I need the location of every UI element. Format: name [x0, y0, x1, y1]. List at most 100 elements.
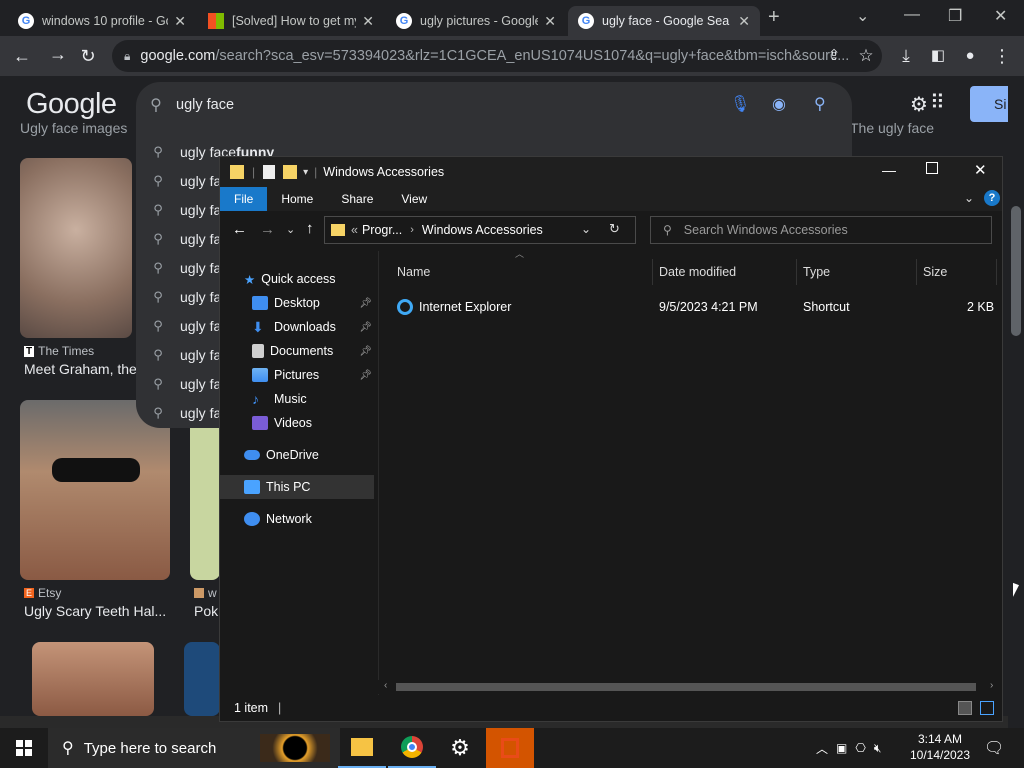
close-window-icon[interactable]: ✕: [994, 6, 1007, 26]
sign-in-button[interactable]: Si: [970, 86, 1008, 122]
nav-onedrive[interactable]: OneDrive: [244, 443, 319, 467]
tab-file[interactable]: File: [220, 187, 268, 211]
search-query[interactable]: ugly face: [176, 97, 234, 113]
suggestion-item[interactable]: ⚲ ugly fa: [136, 282, 221, 311]
apps-grid-icon[interactable]: ⠿: [930, 90, 945, 115]
address-dropdown-icon[interactable]: ⌄: [581, 222, 591, 236]
help-icon[interactable]: ?: [984, 190, 1000, 206]
result-caption[interactable]: Ugly Scary Teeth Hal...: [24, 603, 174, 619]
new-tab-icon[interactable]: +: [768, 6, 780, 29]
ribbon-expand-chevron-icon[interactable]: ⌄: [964, 191, 974, 205]
close-tab-icon[interactable]: ✕: [738, 13, 750, 30]
share-icon[interactable]: ⇪: [822, 44, 846, 68]
restore-icon[interactable]: ❐: [948, 6, 962, 26]
suggestion-item[interactable]: ⚲ ugly fa: [136, 369, 221, 398]
tab-share[interactable]: Share: [327, 187, 387, 211]
search-box[interactable]: ⚲ ugly face 🎙︎ ◉ ⚲: [136, 82, 852, 128]
suggestion-item[interactable]: ⚲ ugly fa: [136, 311, 221, 340]
settings-gear-icon[interactable]: ⚙: [910, 92, 928, 117]
breadcrumb-current[interactable]: Windows Accessories: [422, 223, 543, 237]
minimize-icon[interactable]: —: [882, 162, 896, 178]
close-tab-icon[interactable]: ✕: [174, 13, 186, 30]
properties-icon[interactable]: [263, 165, 276, 179]
suggestion-item[interactable]: ⚲ ugly fa: [136, 195, 221, 224]
back-icon[interactable]: ←: [10, 44, 34, 68]
related-chip[interactable]: The ugly face: [850, 120, 934, 136]
suggestion-item[interactable]: ⚲ ugly fa: [136, 253, 221, 282]
quick-access-dropdown-icon[interactable]: ▾: [303, 167, 308, 178]
notifications-icon[interactable]: 🗨︎: [984, 738, 1004, 758]
back-arrow-icon[interactable]: ←: [232, 221, 247, 238]
forward-arrow-icon[interactable]: →: [260, 221, 275, 238]
file-row[interactable]: Internet Explorer 9/5/2023 4:21 PM Short…: [379, 297, 1003, 319]
tray-overflow-chevron-icon[interactable]: ︿: [816, 740, 828, 757]
nav-desktop[interactable]: Desktop 📌︎: [252, 291, 376, 315]
forward-icon[interactable]: →: [46, 42, 70, 66]
result-image[interactable]: [184, 642, 220, 716]
nav-music[interactable]: ♪ Music: [252, 387, 307, 411]
start-button[interactable]: [0, 728, 48, 768]
volume-muted-icon[interactable]: 🔇︎: [874, 741, 882, 756]
tab-home[interactable]: Home: [267, 187, 327, 211]
nav-documents[interactable]: Documents 📌︎: [252, 339, 376, 363]
result-image[interactable]: [32, 642, 154, 716]
related-chip[interactable]: Ugly face images: [20, 120, 127, 136]
tray-app-icon[interactable]: ▣: [836, 741, 847, 755]
voice-search-icon[interactable]: 🎙︎: [730, 94, 750, 114]
scrollbar-thumb[interactable]: [396, 683, 976, 691]
details-view-icon[interactable]: [958, 701, 972, 715]
tab-search-chevron-icon[interactable]: ⌄: [856, 6, 869, 26]
browser-tab-4-active[interactable]: G ugly face - Google Sea ✕: [568, 6, 760, 36]
result-image[interactable]: [20, 400, 170, 580]
nav-downloads[interactable]: ⬇ Downloads 📌︎: [252, 315, 376, 339]
page-scrollbar[interactable]: [1008, 76, 1024, 716]
close-icon[interactable]: ✕: [974, 161, 987, 179]
browser-tab-3[interactable]: G ugly pictures - Google ✕: [386, 6, 566, 36]
recent-locations-chevron-icon[interactable]: ⌄: [286, 223, 295, 236]
menu-dots-icon[interactable]: ⋮: [990, 44, 1014, 68]
lens-icon[interactable]: ◉: [772, 94, 786, 114]
suggestion-item[interactable]: ⚲ ugly fa: [136, 340, 221, 369]
maximize-icon[interactable]: [926, 162, 938, 174]
file-list-scrollbar[interactable]: ‹ ›: [378, 680, 1002, 694]
close-tab-icon[interactable]: ✕: [362, 13, 374, 30]
reload-icon[interactable]: ↻: [76, 44, 100, 68]
suggestion-item[interactable]: ⚲ ugly fa: [136, 166, 221, 195]
suggestion-item[interactable]: ⚲ ugly fa: [136, 398, 221, 427]
pin-icon[interactable]: 📌︎: [359, 346, 372, 357]
nav-pictures[interactable]: Pictures 📌︎: [252, 363, 376, 387]
path-breadcrumb[interactable]: « Progr... › Windows Accessories ⌄ ↻: [324, 216, 636, 244]
office-taskbar-button[interactable]: [486, 728, 534, 768]
google-logo[interactable]: Google: [26, 88, 117, 121]
up-arrow-icon[interactable]: ↑: [306, 220, 314, 237]
close-tab-icon[interactable]: ✕: [544, 13, 556, 30]
taskbar-search-box[interactable]: ⚲ Type here to search: [48, 728, 340, 768]
explorer-title-bar[interactable]: | ▾ | Windows Accessories — ✕: [220, 157, 1002, 187]
new-folder-icon[interactable]: [283, 165, 298, 179]
side-panel-icon[interactable]: ◧: [926, 44, 950, 68]
settings-taskbar-button[interactable]: ⚙: [436, 728, 484, 768]
search-submit-icon[interactable]: ⚲: [814, 94, 826, 114]
clock-time[interactable]: 3:14 AM: [910, 732, 970, 746]
bookmark-star-icon[interactable]: ☆: [854, 44, 878, 68]
column-size[interactable]: Size: [917, 259, 997, 285]
address-bar[interactable]: 🔒︎ google.com/search?sca_esv=573394023&r…: [112, 40, 882, 72]
result-image[interactable]: [20, 158, 132, 338]
result-caption[interactable]: Meet Graham, the: [24, 361, 136, 377]
profile-icon[interactable]: ●: [958, 44, 982, 68]
pin-icon[interactable]: 📌︎: [359, 322, 372, 333]
breadcrumb-parent[interactable]: Progr...: [362, 223, 402, 237]
suggestion-item[interactable]: ⚲ ugly fa: [136, 224, 221, 253]
pin-icon[interactable]: 📌︎: [359, 298, 372, 309]
column-type[interactable]: Type: [797, 259, 917, 285]
result-caption[interactable]: Pok: [194, 603, 220, 619]
nav-quick-access[interactable]: ★ Quick access: [244, 267, 336, 291]
column-name[interactable]: Name: [391, 259, 653, 285]
scroll-right-icon[interactable]: ›: [990, 680, 993, 691]
scroll-left-icon[interactable]: ‹: [384, 680, 387, 691]
column-date-modified[interactable]: Date modified: [653, 259, 797, 285]
chrome-taskbar-button[interactable]: [388, 728, 436, 768]
large-icons-view-icon[interactable]: [980, 701, 994, 715]
clock-date[interactable]: 10/14/2023: [904, 748, 976, 762]
browser-tab-1[interactable]: G windows 10 profile - Go ✕: [8, 6, 196, 36]
